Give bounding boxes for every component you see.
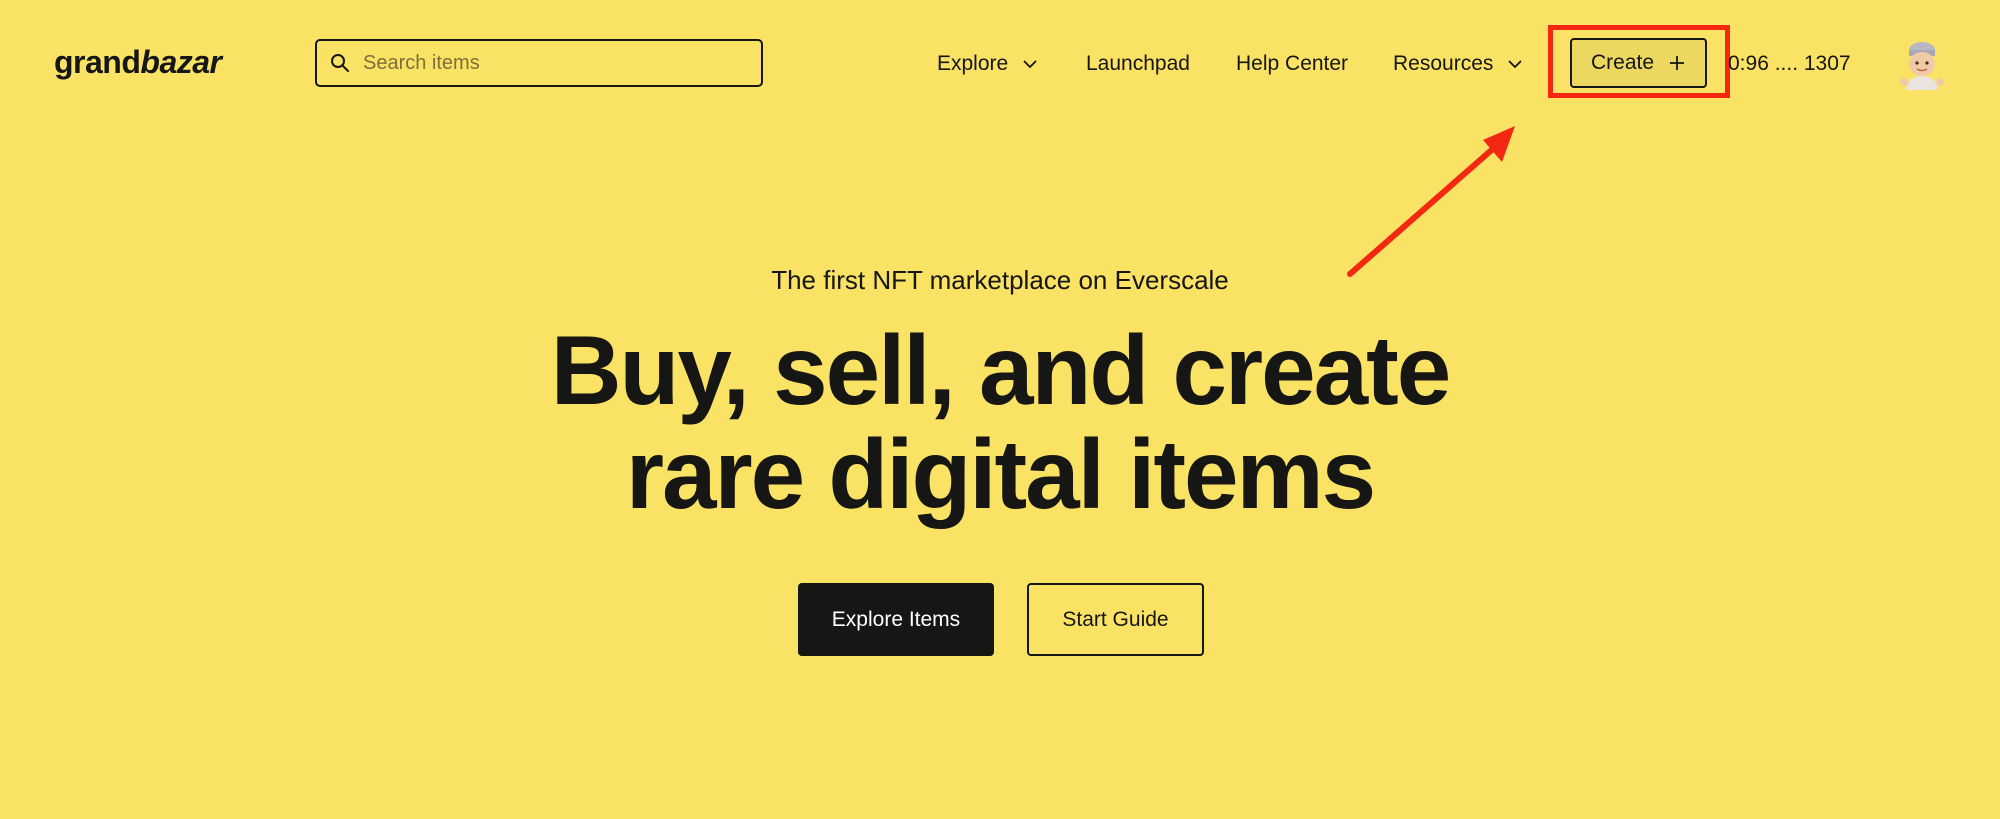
create-button-label: Create: [1590, 51, 1655, 74]
hero-headline-line-2: rare digital items: [625, 419, 1376, 529]
wallet-address[interactable]: 0:96 .... 1307: [1728, 48, 1854, 80]
chevron-down-icon: [1022, 56, 1038, 72]
hero-tagline: The first NFT marketplace on Everscale: [771, 265, 1229, 295]
hero-headline: Buy, sell, and create rare digital items: [0, 318, 2000, 526]
logo-part-1: grand: [54, 44, 141, 80]
search-input[interactable]: [363, 43, 743, 83]
plus-icon: [1668, 54, 1686, 72]
nav-help-center-label: Help Center: [1236, 52, 1349, 75]
hero-headline-line-1: Buy, sell, and create: [550, 315, 1451, 425]
logo-part-2: bazar: [140, 44, 222, 80]
chevron-down-icon: [1507, 56, 1523, 72]
nav-help-center[interactable]: Help Center: [1236, 48, 1348, 80]
search-box[interactable]: [315, 39, 763, 87]
create-button[interactable]: Create: [1570, 38, 1707, 88]
nav-explore-label: Explore: [937, 52, 1009, 75]
nav-launchpad[interactable]: Launchpad: [1086, 48, 1190, 80]
nav-resources[interactable]: Resources: [1393, 48, 1523, 80]
nav-resources-label: Resources: [1393, 52, 1494, 75]
logo[interactable]: grandbazar: [54, 42, 222, 82]
nav-explore[interactable]: Explore: [937, 48, 1038, 80]
start-guide-button[interactable]: Start Guide: [1027, 583, 1204, 656]
explore-items-button[interactable]: Explore Items: [798, 583, 994, 656]
search-icon: [329, 52, 351, 74]
avatar-icon[interactable]: [1898, 38, 1946, 90]
nav-launchpad-label: Launchpad: [1086, 52, 1190, 75]
